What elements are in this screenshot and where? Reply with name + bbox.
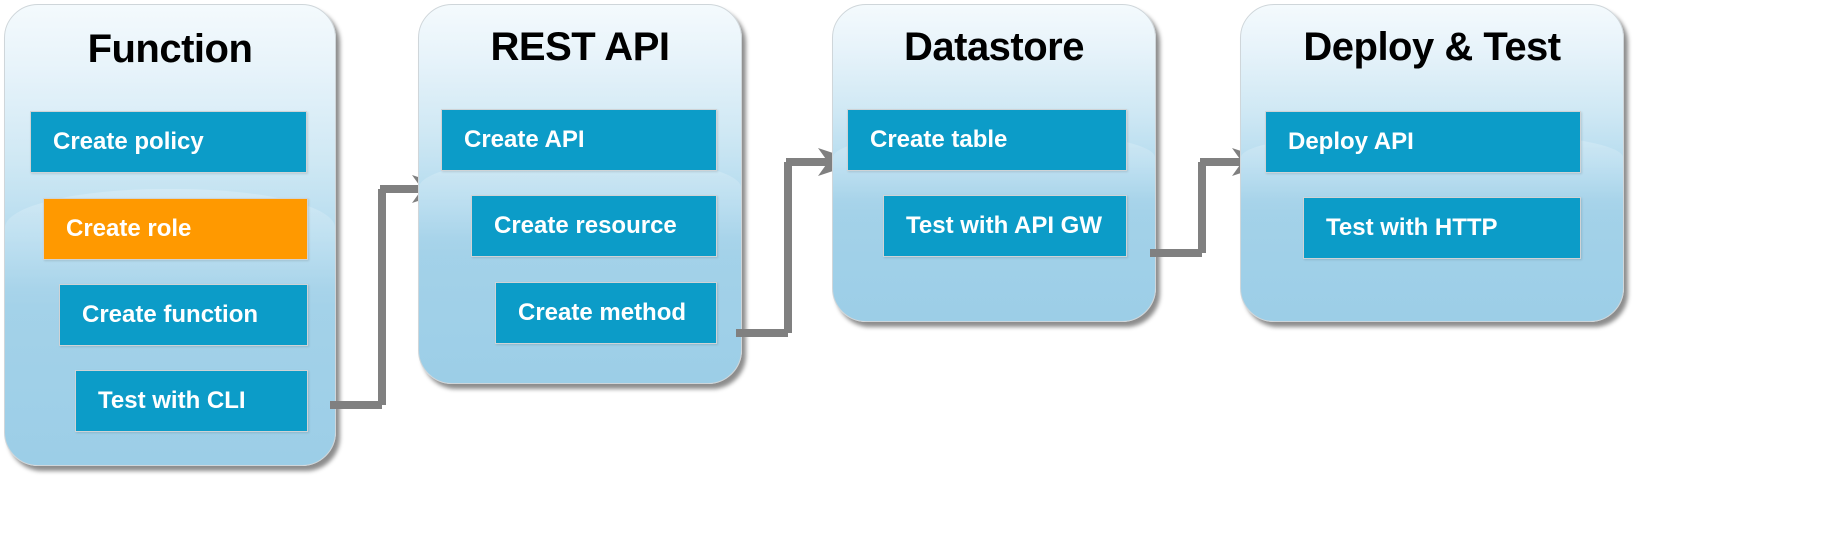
step-create-role[interactable]: Create role bbox=[43, 198, 308, 260]
step-label: Create method bbox=[518, 299, 687, 326]
panel-title-rest-api: REST API bbox=[490, 25, 671, 69]
panel-swoosh bbox=[419, 156, 741, 383]
panel-datastore[interactable]: Datastore Create table Test with API GW bbox=[832, 4, 1156, 322]
step-label: Create API bbox=[464, 126, 585, 153]
step-label: Create function bbox=[82, 301, 259, 328]
panel-title-datastore: Datastore bbox=[903, 25, 1085, 69]
step-create-api[interactable]: Create API bbox=[441, 109, 717, 171]
panel-rest-api[interactable]: REST API Create API Create resource Crea… bbox=[418, 4, 742, 384]
step-create-function[interactable]: Create function bbox=[59, 284, 308, 346]
step-label: Create resource bbox=[494, 212, 677, 239]
step-create-resource[interactable]: Create resource bbox=[471, 195, 717, 257]
step-test-with-cli[interactable]: Test with CLI bbox=[75, 370, 308, 432]
workflow-diagram: Function Create policy Create role Creat… bbox=[0, 0, 1828, 550]
step-deploy-api[interactable]: Deploy API bbox=[1265, 111, 1581, 173]
panel-title-function: Function bbox=[87, 27, 253, 71]
step-label: Create policy bbox=[53, 128, 204, 155]
panel-function[interactable]: Function Create policy Create role Creat… bbox=[4, 4, 336, 466]
step-label: Deploy API bbox=[1288, 128, 1414, 155]
panel-title-deploy-test: Deploy & Test bbox=[1303, 25, 1561, 69]
step-test-with-api-gw[interactable]: Test with API GW bbox=[883, 195, 1127, 257]
step-test-with-http[interactable]: Test with HTTP bbox=[1303, 197, 1581, 259]
step-create-method[interactable]: Create method bbox=[495, 282, 717, 344]
step-label: Test with API GW bbox=[906, 212, 1102, 239]
step-create-table[interactable]: Create table bbox=[847, 109, 1127, 171]
step-create-policy[interactable]: Create policy bbox=[30, 111, 307, 173]
panel-deploy-test[interactable]: Deploy & Test Deploy API Test with HTTP bbox=[1240, 4, 1624, 322]
step-label: Create table bbox=[870, 126, 1008, 153]
step-label: Create role bbox=[66, 215, 192, 242]
step-label: Test with HTTP bbox=[1326, 214, 1498, 241]
step-label: Test with CLI bbox=[98, 387, 246, 414]
